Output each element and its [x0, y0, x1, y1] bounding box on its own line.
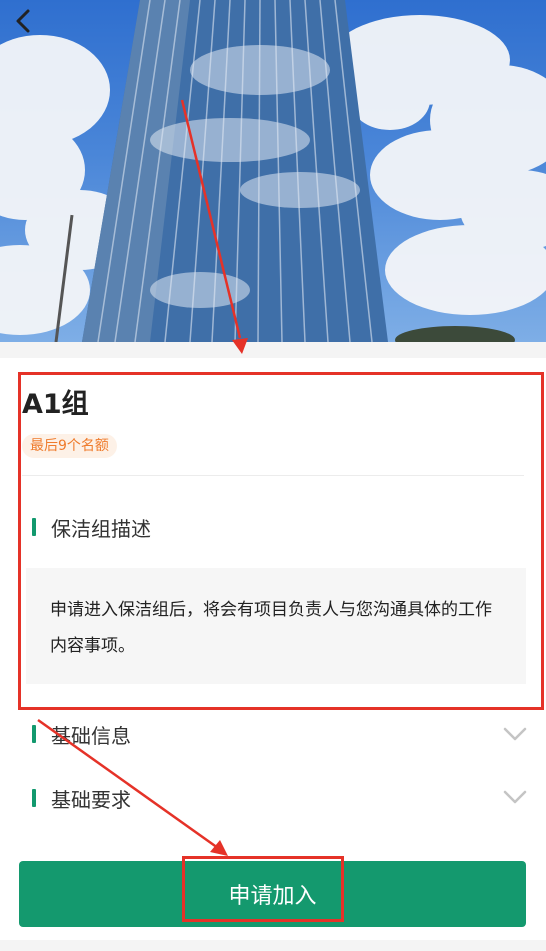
section-header-basic-info[interactable]: 基础信息: [32, 720, 131, 748]
apply-join-button[interactable]: 申请加入: [19, 861, 526, 927]
group-title: A1组: [22, 389, 89, 420]
section-accent-bar: [32, 518, 36, 536]
section-title-basic-requirements: 基础要求: [51, 787, 131, 812]
quota-badge: 最后9个名额: [22, 434, 117, 458]
chevron-left-icon: [16, 9, 30, 33]
description-text: 申请进入保洁组后，将会有项目负责人与您沟通具体的工作内容事项。: [26, 568, 526, 684]
section-header-description: 保洁组描述: [32, 513, 151, 541]
section-title-basic-info: 基础信息: [51, 723, 131, 748]
section-header-basic-requirements[interactable]: 基础要求: [32, 784, 131, 812]
section-accent-bar: [32, 725, 36, 743]
section-accent-bar: [32, 789, 36, 807]
chevron-down-icon[interactable]: [502, 784, 528, 810]
section-title-description: 保洁组描述: [51, 516, 151, 541]
divider: [22, 475, 524, 476]
back-button[interactable]: [12, 8, 42, 38]
chevron-down-icon[interactable]: [502, 721, 528, 747]
hero-image: [0, 0, 546, 342]
bottom-strip: [0, 940, 546, 951]
section-gap: [0, 342, 546, 358]
